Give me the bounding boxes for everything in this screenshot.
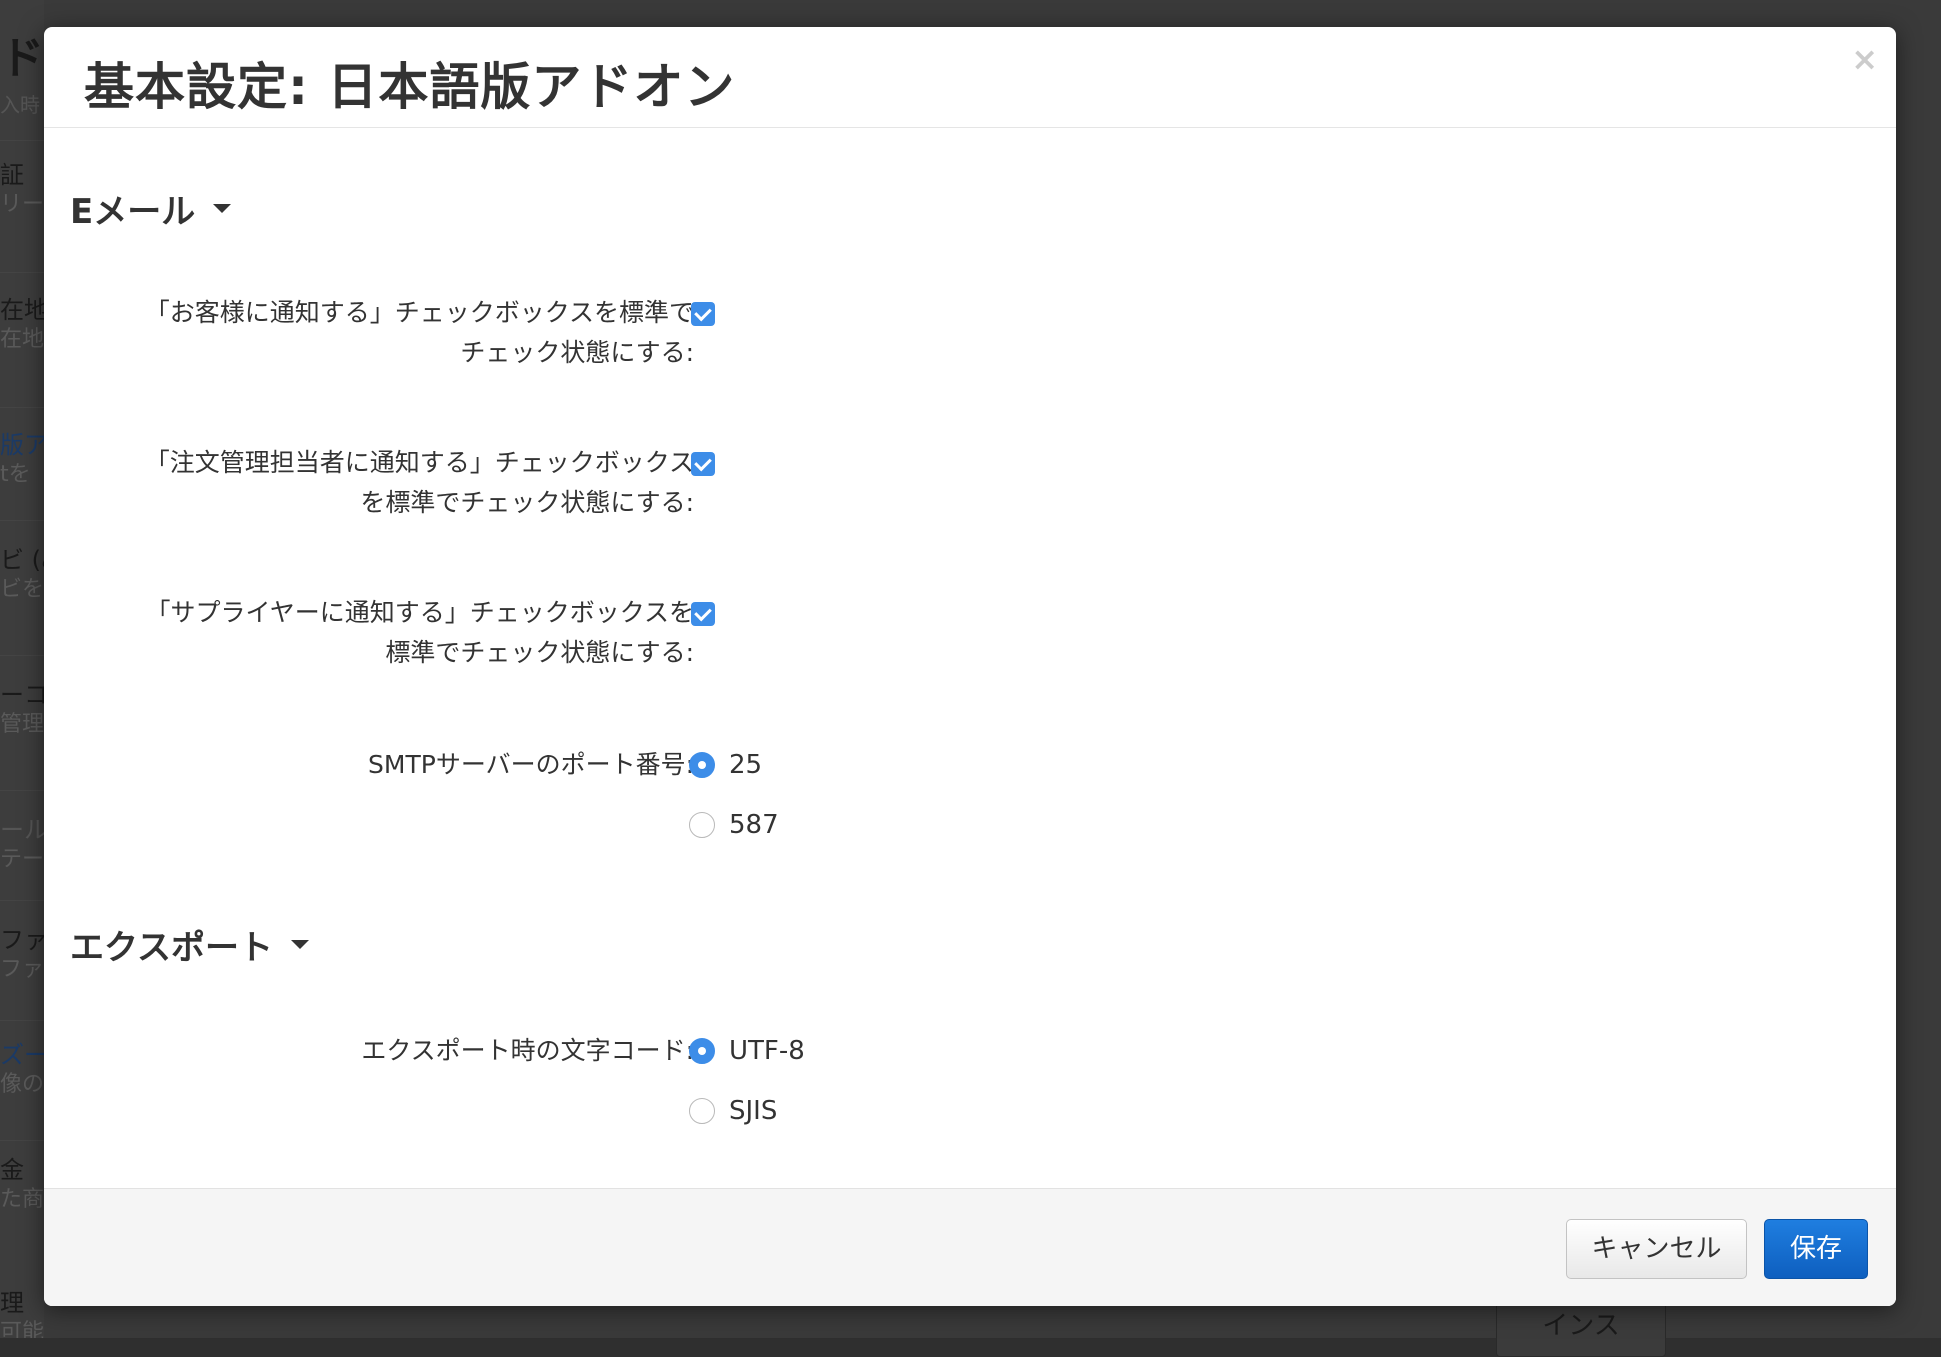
- encoding-option-sjis[interactable]: SJIS: [689, 1096, 777, 1126]
- notify-order-manager-checkbox[interactable]: [691, 452, 715, 476]
- background-divider: [0, 140, 44, 141]
- close-icon[interactable]: ×: [1851, 41, 1878, 77]
- background-divider: [0, 1140, 44, 1141]
- smtp-port-label: SMTPサーバーのポート番号:: [368, 750, 694, 779]
- notify-customer-checkbox[interactable]: [691, 302, 715, 326]
- notify-customer-label: 「お客様に通知する」チェックボックスを標準で チェック状態にする:: [144, 298, 694, 367]
- background-page-title: ドン: [0, 33, 44, 84]
- background-divider: [0, 900, 44, 901]
- encoding-option-utf8[interactable]: UTF-8: [689, 1036, 805, 1066]
- background-divider: [0, 790, 44, 791]
- background-item[interactable]: 在地 在地: [0, 295, 44, 355]
- radio-selected-icon[interactable]: [689, 752, 715, 778]
- background-item[interactable]: ズー 像の: [0, 1040, 44, 1100]
- background-divider: [0, 520, 44, 521]
- export-section-toggle[interactable]: エクスポート: [70, 920, 309, 969]
- notify-supplier-label: 「サプライヤーに通知する」チェックボックスを 標準でチェック状態にする:: [145, 598, 694, 667]
- export-section-title: エクスポート: [70, 928, 273, 968]
- export-encoding-label: エクスポート時の文字コード:: [361, 1036, 694, 1065]
- background-item[interactable]: 証リー: [0, 160, 44, 220]
- smtp-port-option-587[interactable]: 587: [689, 810, 779, 840]
- dialog-header: 基本設定: 日本語版アドオン ×: [44, 27, 1896, 128]
- background-caption: 入時: [0, 93, 40, 117]
- background-divider: [0, 655, 44, 656]
- background-divider: [0, 1020, 44, 1021]
- email-section-title: Eメール: [70, 192, 196, 232]
- background-item[interactable]: ール テー: [0, 815, 44, 875]
- notify-supplier-checkbox[interactable]: [691, 602, 715, 626]
- caret-down-icon: [290, 940, 309, 949]
- background-sidebar: ドン 入時 証リー 在地在地 版アtを ビ (みビを ーコ管理 ールテー ファイ…: [0, 0, 44, 1338]
- background-divider: [0, 407, 44, 408]
- caret-down-icon: [213, 204, 232, 213]
- background-item[interactable]: ーコ 管理: [0, 680, 44, 740]
- dialog-body: Eメール 「お客様に通知する」チェックボックスを標準で チェック状態にする: 「…: [44, 128, 1896, 1189]
- radio-unselected-icon[interactable]: [689, 812, 715, 838]
- dialog-footer: キャンセル 保存: [44, 1188, 1896, 1306]
- background-item[interactable]: ファイファ: [0, 925, 44, 985]
- smtp-port-option-25[interactable]: 25: [689, 750, 762, 780]
- radio-unselected-icon[interactable]: [689, 1098, 715, 1124]
- background-item[interactable]: 版ア tを: [0, 430, 44, 490]
- background-item[interactable]: ビ (みビを: [0, 545, 44, 605]
- email-section-toggle[interactable]: Eメール: [70, 184, 232, 233]
- dialog-title: 基本設定: 日本語版アドオン: [84, 58, 736, 116]
- cancel-button[interactable]: キャンセル: [1566, 1219, 1747, 1279]
- save-button[interactable]: 保存: [1764, 1219, 1868, 1279]
- notify-order-manager-label: 「注文管理担当者に通知する」チェックボックス を標準でチェック状態にする:: [144, 448, 694, 517]
- settings-dialog: 基本設定: 日本語版アドオン × Eメール 「お客様に通知する」チェックボックス…: [44, 27, 1896, 1306]
- background-item[interactable]: 理可能にします: [0, 1288, 44, 1338]
- background-item[interactable]: 金た商: [0, 1155, 44, 1215]
- radio-selected-icon[interactable]: [689, 1038, 715, 1064]
- background-divider: [0, 272, 44, 273]
